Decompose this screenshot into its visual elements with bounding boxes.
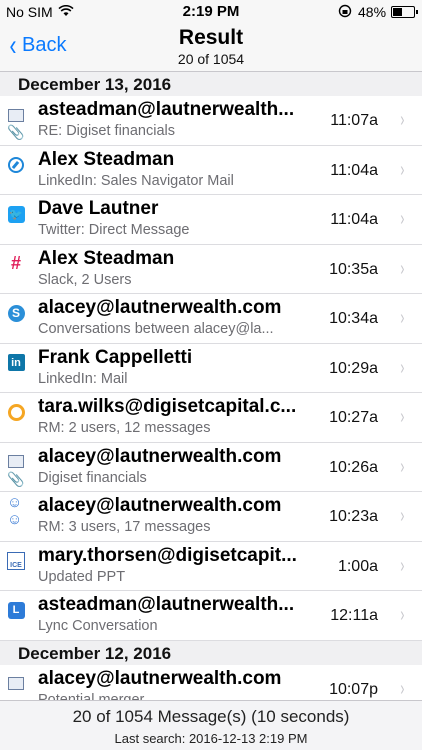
twitter-icon: 🐦 [7,205,25,223]
message-sender: asteadman@lautnerwealth... [38,99,295,120]
message-sender: tara.wilks@digisetcapital.c... [38,396,297,417]
mail-icon [7,106,25,124]
message-subject: Digiset financials [38,469,147,486]
message-subject: Updated PPT [38,568,126,585]
message-subject: Potential merger [38,691,145,701]
message-time: 10:29a [329,359,378,377]
message-sender: alacey@lautnerwealth.com [38,445,282,467]
chevron-right-icon: › [400,307,405,329]
message-row[interactable]: 📎 alacey@lautnerwealth.com Digiset financi… [0,442,422,492]
chevron-right-icon: › [400,109,405,131]
linkedin-icon: in [7,354,25,372]
chevron-right-icon: › [400,677,405,700]
page-title: Result [178,26,244,49]
mail-icon [7,675,25,693]
chevron-right-icon: › [400,505,405,527]
chevron-right-icon: › [400,257,405,280]
chevron-right-icon: › [400,455,405,478]
rm-icon [7,403,25,421]
paperclip-icon: 📎 [7,470,25,487]
page-subtitle: 20 of 1054 [177,51,245,67]
footer-bar: 20 of 1054 Message(s) (10 seconds) Last … [0,700,422,750]
chevron-right-icon: › [400,406,405,428]
message-time: 12:11a [330,607,378,624]
slack-icon: # [10,253,21,273]
message-sender: Frank Cappelletti [38,346,193,368]
people-icon: ☺☺ [7,494,23,528]
message-row[interactable]: # Alex Steadman Slack, 2 Users 10:35a › [0,244,422,294]
message-row[interactable]: Alex Steadman LinkedIn: Sales Navigator M… [0,145,422,195]
message-row[interactable]: tara.wilks@digisetcapital.c... RM: 2 user… [0,393,422,443]
message-subject: Conversations between alacey@la... [38,321,274,337]
ice-icon: ICE [7,551,25,570]
paperclip-icon: 📎 [7,124,25,140]
message-subject: RE: Digiset financials [38,123,175,139]
safari-icon [7,156,25,174]
message-subject: Slack, 2 Users [38,271,132,288]
chevron-right-icon: › [400,208,405,230]
chevron-right-icon: › [400,356,405,379]
message-sender: alacey@lautnerwealth.com [38,495,282,516]
message-sender: Alex Steadman [38,247,175,269]
message-sender: mary.thorsen@digisetcapit... [38,544,297,566]
navigation-bar: ‹ Back Result 20 of 1054 [0,24,422,72]
message-row[interactable]: 📎 asteadman@lautnerwealth... RE: Digiset f… [0,96,422,146]
message-time: 10:23a [329,508,378,525]
message-time: 11:04a [330,161,378,179]
section-header: December 13, 2016 [0,72,422,96]
message-subject: LinkedIn: Mail [38,370,128,387]
chevron-right-icon: › [400,158,405,181]
last-search-label: Last search: 2016-12-13 2:19 PM [114,731,308,746]
message-row[interactable]: ☺☺ alacey@lautnerwealth.com RM: 3 users, 1… [0,492,422,542]
message-time: 1:00a [337,557,378,575]
message-sender: asteadman@lautnerwealth... [38,594,295,615]
message-subject: RM: 3 users, 17 messages [38,519,211,535]
message-sender: alacey@lautnerwealth.com [38,667,282,689]
message-row[interactable]: in Frank Cappelletti LinkedIn: Mail 10:29a › [0,343,422,393]
message-sender: Dave Lautner [38,198,159,219]
message-time: 11:07a [330,112,378,129]
message-row[interactable]: 🐦 Dave Lautner Twitter: Direct Message 11:0… [0,195,422,245]
message-subject: Twitter: Direct Message [38,222,190,238]
message-row[interactable]: ICE mary.thorsen@digisetcapit... Updated P… [0,541,422,591]
message-sender: Alex Steadman [38,148,175,170]
battery-icon [391,6,418,18]
message-time: 10:27a [329,409,378,426]
message-row[interactable]: alacey@lautnerwealth.com Potential merger… [0,664,422,701]
rotation-lock-icon [338,4,352,21]
message-time: 10:26a [329,458,378,476]
status-bar: No SIM 2:19 PM 48% [0,0,422,24]
lync-icon: L [7,601,25,619]
message-list[interactable]: December 13, 2016 📎 asteadman@lautnerwealt… [0,72,422,700]
skype-icon: S [7,304,25,322]
message-subject: RM: 2 users, 12 messages [38,420,211,436]
message-subject: LinkedIn: Sales Navigator Mail [38,172,234,189]
message-time: 11:04a [330,211,378,228]
message-sender: alacey@lautnerwealth.com [38,297,282,318]
result-count: 20 of 1054 Message(s) (10 seconds) [72,707,350,726]
message-time: 10:35a [329,260,378,278]
message-time: 10:07p [329,680,378,698]
message-row[interactable]: Lasteadman@lautnerwealth... Lync Conversa… [0,591,422,641]
message-subject: Lync Conversation [38,618,158,634]
chevron-right-icon: › [400,604,405,626]
message-row[interactable]: Salacey@lautnerwealth.com Conversations b… [0,294,422,344]
chevron-right-icon: › [400,554,405,577]
section-header: December 12, 2016 [0,640,422,665]
message-time: 10:34a [329,310,378,327]
battery-percent: 48% [358,4,387,20]
mail-icon [7,453,25,471]
